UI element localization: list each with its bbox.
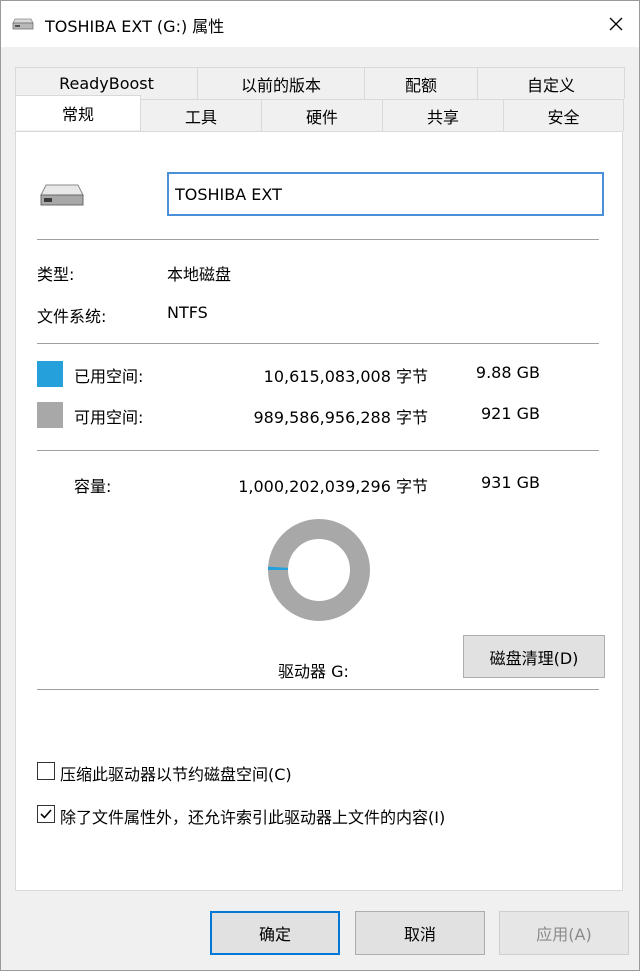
used-space-bytes: 10,615,083,008 字节 [263,367,428,386]
general-panel: 类型: 本地磁盘 文件系统: NTFS 已用空间: 10,615,083,008… [15,131,623,891]
tab-previous-versions[interactable]: 以前的版本 [197,67,365,99]
tab-sharing[interactable]: 共享 [382,99,504,131]
disk-cleanup-button[interactable]: 磁盘清理(D) [463,635,605,678]
tab-hardware[interactable]: 硬件 [261,99,383,131]
close-icon [609,17,623,31]
free-space-size: 921 GB [481,404,540,423]
separator [37,689,599,691]
type-value: 本地磁盘 [167,265,232,284]
tab-row-bottom: 常规 工具 硬件 共享 安全 [15,95,624,131]
checkmark-icon [40,809,52,819]
tab-security[interactable]: 安全 [503,99,624,131]
capacity-label: 容量: [74,477,112,496]
free-space-swatch [37,402,63,428]
used-space-size: 9.88 GB [475,363,540,382]
apply-button[interactable]: 应用(A) [499,911,629,955]
type-label: 类型: [37,265,75,284]
used-space-swatch [37,361,63,387]
title-bar: TOSHIBA EXT (G:) 属性 [1,1,639,47]
compress-label: 压缩此驱动器以节约磁盘空间(C) [60,765,292,784]
usage-donut-chart [268,519,370,621]
separator [37,343,599,345]
drive-icon [12,18,34,30]
free-space-ring [268,519,370,621]
window-title: TOSHIBA EXT (G:) 属性 [45,17,225,36]
capacity-size: 931 GB [481,473,540,492]
cancel-button[interactable]: 取消 [355,911,485,955]
drive-letter-label: 驱动器 G: [278,662,349,681]
ok-button[interactable]: 确定 [210,911,340,955]
index-checkbox[interactable] [37,805,55,823]
index-label: 除了文件属性外，还允许索引此驱动器上文件的内容(I) [60,808,446,827]
tab-tools[interactable]: 工具 [140,99,262,131]
separator [37,450,599,452]
volume-name-input[interactable] [167,172,604,216]
filesystem-label: 文件系统: [37,307,107,326]
properties-window: TOSHIBA EXT (G:) 属性 ReadyBoost 以前的版本 配额 … [0,0,640,971]
used-space-label: 已用空间: [74,367,144,386]
capacity-bytes: 1,000,202,039,296 字节 [238,477,428,496]
free-space-label: 可用空间: [74,408,144,427]
tab-quota[interactable]: 配额 [364,67,478,99]
close-button[interactable] [593,1,639,47]
compress-checkbox[interactable] [37,762,55,780]
free-space-bytes: 989,586,956,288 字节 [253,408,428,427]
drive-icon [40,184,84,206]
filesystem-value: NTFS [167,303,208,322]
tab-customize[interactable]: 自定义 [477,67,625,99]
separator [37,239,599,241]
tab-general[interactable]: 常规 [15,95,141,130]
